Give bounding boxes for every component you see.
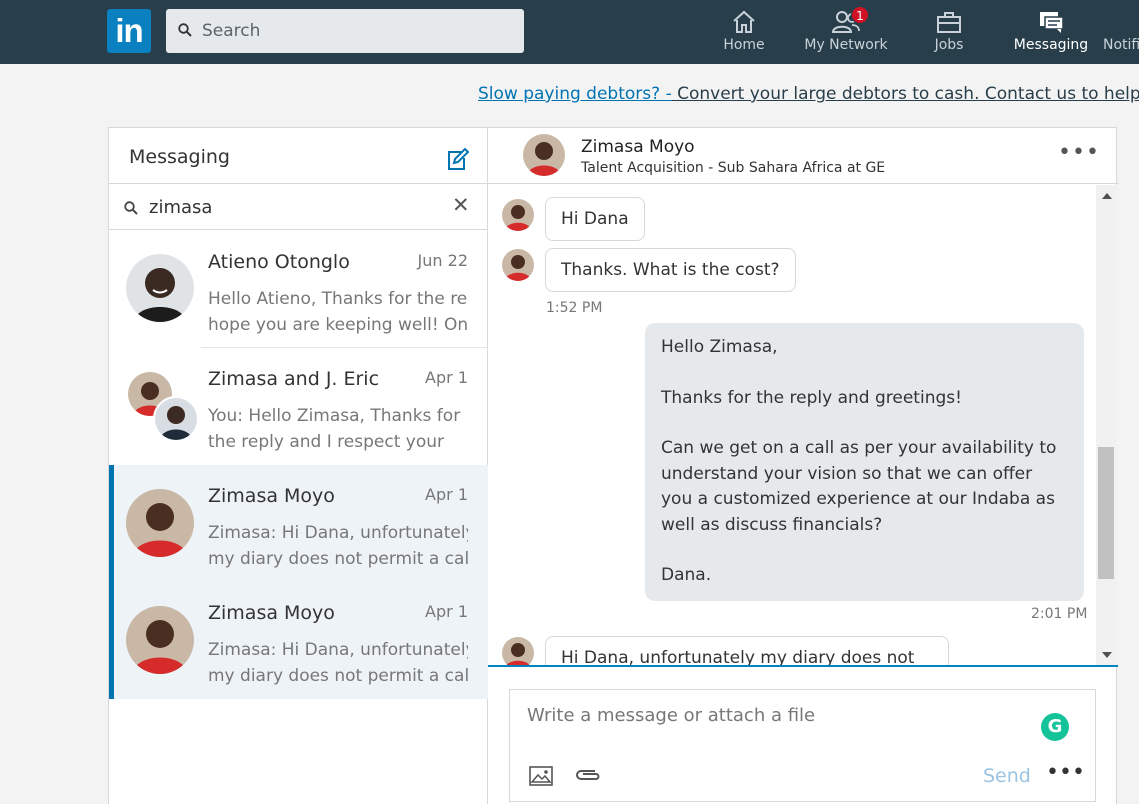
nav-messaging-label: Messaging — [1013, 37, 1089, 53]
snippet-line: hope you are keeping well! One of — [208, 315, 468, 335]
message-input-placeholder[interactable]: Write a message or attach a file — [527, 705, 815, 726]
messaging-title: Messaging — [129, 146, 230, 168]
composer-divider — [488, 665, 1118, 667]
message-timestamp: 1:52 PM — [546, 300, 603, 316]
conversation-name: Atieno Otonglo — [208, 251, 350, 273]
nav-jobs[interactable]: Jobs — [904, 6, 994, 62]
avatar — [502, 637, 534, 666]
conversation-search-value: zimasa — [149, 197, 213, 218]
briefcase-icon — [937, 12, 961, 33]
bell-icon — [1103, 6, 1139, 34]
ad-headline-link[interactable]: Slow paying debtors? - — [478, 84, 672, 104]
nav-my-network-label: My Network — [804, 37, 888, 53]
message-paragraph: Can we get on a call as per your availab… — [661, 438, 1057, 535]
conversation-name: Zimasa Moyo — [208, 485, 335, 507]
conversation-snippet: Zimasa: Hi Dana, unfortunately my diary … — [208, 637, 468, 689]
avatar — [502, 199, 534, 231]
conversation-search-input[interactable]: zimasa ✕ — [109, 184, 488, 230]
conversation-date: Apr 1 — [425, 485, 468, 504]
scroll-up-arrow — [1102, 193, 1112, 199]
network-badge: 1 — [851, 6, 869, 24]
conversation-list-pane: Messaging zimasa ✕ Atieno Otonglo Jun 22… — [109, 128, 488, 804]
nav-notifications[interactable]: Notifications — [1103, 6, 1139, 62]
messaging-panel: Messaging zimasa ✕ Atieno Otonglo Jun 22… — [108, 127, 1118, 804]
avatar — [126, 606, 194, 674]
message-paragraph: Hello Zimasa, — [661, 337, 778, 357]
more-options-icon[interactable]: ••• — [1058, 140, 1100, 165]
scroll-down-arrow — [1102, 652, 1112, 658]
conversation-item[interactable]: Zimasa Moyo Apr 1 Zimasa: Hi Dana, unfor… — [109, 465, 488, 582]
message-composer[interactable]: Write a message or attach a file G Send … — [509, 689, 1096, 802]
sponsored-ad[interactable]: Slow paying debtors? - Convert your larg… — [478, 84, 1139, 104]
clear-search-icon[interactable]: ✕ — [452, 193, 470, 217]
composer-more-icon[interactable]: ••• — [1046, 760, 1085, 785]
snippet-line: Zimasa: Hi Dana, unfortunately — [208, 523, 468, 543]
nav-notifications-label: Notifications — [1103, 37, 1139, 53]
snippet-line: my diary does not permit a call — [208, 549, 468, 569]
linkedin-logo[interactable]: in — [107, 9, 151, 53]
messaging-header: Messaging — [109, 128, 488, 184]
avatar[interactable] — [523, 134, 565, 176]
nav-home[interactable]: Home — [699, 6, 789, 62]
message-bubble: Hi Dana, unfortunately my diary does not — [545, 636, 949, 666]
nav-messaging[interactable]: Messaging — [1006, 6, 1096, 62]
contact-headline: Talent Acquisition - Sub Sahara Africa a… — [581, 160, 886, 176]
message-bubble: Thanks. What is the cost? — [545, 248, 796, 292]
nav-jobs-label: Jobs — [934, 37, 964, 53]
message-paragraph: Dana. — [661, 565, 712, 585]
conversation-date: Jun 22 — [417, 251, 468, 270]
global-search-input[interactable]: Search — [166, 9, 524, 53]
avatar — [153, 396, 199, 442]
thread-scrollbar[interactable] — [1096, 185, 1117, 666]
snippet-line: the reply and I respect your — [208, 432, 444, 452]
conversation-snippet: Hello Atieno, Thanks for the reply hope … — [208, 286, 468, 338]
message-bubble: Hi Dana — [545, 197, 645, 241]
conversation-name: Zimasa and J. Eric — [208, 368, 380, 390]
conversation-item[interactable]: Zimasa and J. Eric Apr 1 You: Hello Zima… — [109, 348, 488, 465]
message-paragraph: Thanks for the reply and greetings! — [661, 387, 962, 408]
conversation-item[interactable]: Atieno Otonglo Jun 22 Hello Atieno, Than… — [109, 231, 488, 348]
snippet-line: Hello Atieno, Thanks for the reply — [208, 289, 468, 309]
conversation-snippet: Zimasa: Hi Dana, unfortunately my diary … — [208, 520, 468, 572]
message-bubble-outgoing: Hello Zimasa, Thanks for the reply and g… — [645, 323, 1084, 601]
snippet-line: You: Hello Zimasa, Thanks for — [208, 406, 461, 426]
snippet-line: Zimasa: Hi Dana, unfortunately — [208, 640, 468, 660]
avatar — [126, 489, 194, 557]
avatar — [126, 254, 194, 322]
send-button[interactable]: Send — [983, 765, 1031, 787]
attachment-icon[interactable] — [573, 766, 603, 788]
avatar — [502, 249, 534, 281]
messaging-icon — [1040, 12, 1064, 33]
message-timestamp: 2:01 PM — [1031, 606, 1088, 622]
contact-name[interactable]: Zimasa Moyo — [581, 137, 695, 157]
search-icon — [124, 200, 138, 219]
top-nav: in Search Home 1 My Network Jobs Messagi… — [0, 0, 1139, 64]
conversation-name: Zimasa Moyo — [208, 602, 335, 624]
conversation-item[interactable]: Zimasa Moyo Apr 1 Zimasa: Hi Dana, unfor… — [109, 582, 488, 699]
conversation-date: Apr 1 — [425, 368, 468, 387]
message-thread: Hi Dana Thanks. What is the cost? 1:52 P… — [488, 185, 1118, 666]
nav-my-network[interactable]: 1 My Network — [801, 6, 891, 62]
search-icon — [178, 22, 192, 41]
image-icon[interactable] — [529, 766, 553, 790]
conversation-snippet: You: Hello Zimasa, Thanks for the reply … — [208, 403, 468, 455]
grammarly-icon[interactable]: G — [1041, 713, 1069, 741]
search-placeholder: Search — [202, 21, 261, 41]
nav-home-label: Home — [723, 37, 765, 53]
scrollbar-thumb[interactable] — [1098, 447, 1114, 579]
compose-icon[interactable] — [445, 147, 470, 176]
thread-header: Zimasa Moyo Talent Acquisition - Sub Sah… — [488, 128, 1118, 184]
snippet-line: my diary does not permit a call — [208, 666, 468, 686]
ad-body-link[interactable]: Convert your large debtors to cash. Cont… — [672, 84, 1139, 104]
conversation-date: Apr 1 — [425, 602, 468, 621]
home-icon — [733, 10, 755, 33]
